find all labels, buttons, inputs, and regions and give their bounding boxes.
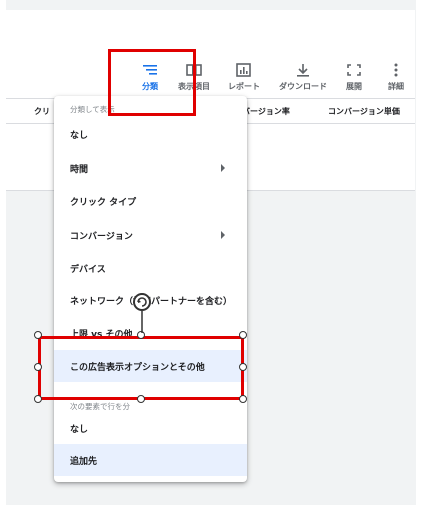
download-label: ダウンロード — [279, 82, 327, 91]
resize-handle[interactable] — [34, 395, 42, 403]
menu-item-label: コンバージョン — [70, 232, 133, 242]
resize-handle[interactable] — [239, 363, 247, 371]
menu-item-label: クリック タイプ — [70, 198, 137, 208]
annotation-box-menu-item — [38, 336, 244, 400]
expand-icon — [347, 64, 361, 76]
column-header-conversion-rate[interactable]: バージョン率 — [242, 106, 290, 117]
menu-section-split-rows: 次の要素で行を分 — [70, 402, 130, 411]
menu-item-time[interactable]: 時間 — [54, 152, 247, 184]
menu-item-label: なし — [70, 131, 89, 141]
menu-item-split-none[interactable]: なし — [54, 412, 247, 444]
menu-item-label: 追加先 — [70, 457, 98, 467]
segment-menu: 分類して表示 なし 時間 クリック タイプ コンバージョン デバイス ネットワー… — [54, 96, 247, 482]
menu-item-conversion[interactable]: コンバージョン — [54, 219, 247, 251]
resize-handle[interactable] — [239, 395, 247, 403]
more-vert-icon — [394, 63, 398, 77]
menu-item-label: デバイス — [70, 265, 106, 275]
report-button[interactable]: レポート — [218, 62, 270, 92]
menu-item-none[interactable]: なし — [54, 118, 247, 150]
expand-label: 展開 — [346, 82, 362, 91]
menu-item-click-type[interactable]: クリック タイプ — [54, 185, 247, 217]
resize-handle[interactable] — [137, 395, 145, 403]
report-label: レポート — [228, 82, 260, 91]
report-icon — [236, 63, 251, 77]
download-icon — [297, 64, 309, 77]
column-header-clicks[interactable]: クリ — [34, 106, 50, 117]
resize-handle[interactable] — [239, 331, 247, 339]
chevron-right-icon — [221, 164, 225, 172]
annotation-box-segment — [108, 49, 196, 116]
more-button[interactable]: 詳細 — [370, 62, 422, 92]
menu-item-added-to[interactable]: 追加先 — [54, 444, 247, 476]
download-button[interactable]: ダウンロード — [277, 62, 329, 92]
resize-handle[interactable] — [34, 331, 42, 339]
resize-handle[interactable] — [34, 363, 42, 371]
rotate-handle-icon[interactable] — [131, 292, 155, 338]
menu-item-device[interactable]: デバイス — [54, 252, 247, 284]
table-toolbar: 分類 表示項目 レポート ダウンロード 展開 詳細 — [6, 58, 415, 99]
header-card — [6, 10, 415, 59]
chevron-right-icon — [221, 231, 225, 239]
menu-item-label: 時間 — [70, 165, 89, 175]
more-label: 詳細 — [388, 82, 404, 91]
menu-item-label: なし — [70, 425, 89, 435]
column-header-cost-per-conversion[interactable]: コンバージョン単価 — [328, 106, 400, 117]
